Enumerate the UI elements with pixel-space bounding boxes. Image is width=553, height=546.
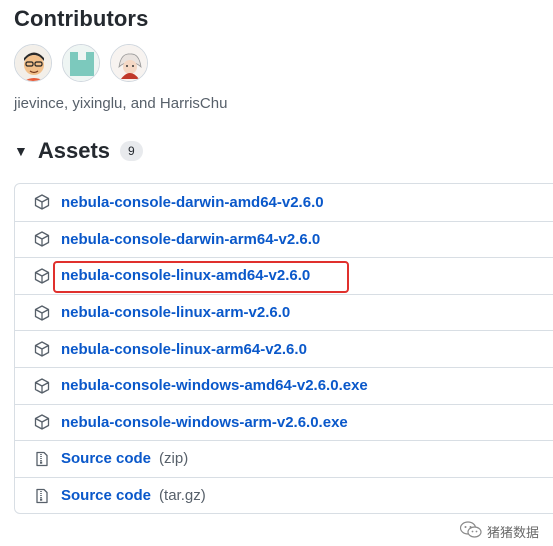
assets-title: Assets bbox=[37, 138, 111, 163]
watermark-text: 猪猪数据 bbox=[486, 525, 539, 540]
asset-row: Source code (tar.gz) bbox=[15, 476, 553, 514]
contributor-names: jievince, yixinglu, and HarrisChu bbox=[14, 95, 228, 112]
package-icon bbox=[33, 413, 51, 431]
asset-link-linux-amd64[interactable]: nebula-console-linux-amd64-v2.6.0 bbox=[61, 267, 310, 284]
avatar-harrischu[interactable] bbox=[110, 44, 148, 82]
asset-row: nebula-console-windows-amd64-v2.6.0.exe bbox=[15, 366, 553, 404]
package-icon bbox=[33, 193, 51, 211]
asset-row: nebula-console-darwin-arm64-v2.6.0 bbox=[15, 220, 553, 258]
asset-link-windows-arm[interactable]: nebula-console-windows-arm-v2.6.0.exe bbox=[61, 414, 348, 431]
file-zip-icon bbox=[33, 450, 51, 468]
asset-row: nebula-console-linux-arm-v2.6.0 bbox=[15, 293, 553, 331]
asset-link-linux-arm[interactable]: nebula-console-linux-arm-v2.6.0 bbox=[61, 304, 290, 321]
source-code-zip-format[interactable]: (zip) bbox=[159, 450, 188, 467]
package-icon bbox=[33, 377, 51, 395]
package-icon bbox=[33, 267, 51, 285]
source-code-targz-link[interactable]: Source code bbox=[61, 487, 151, 504]
avatar-jievince[interactable] bbox=[14, 44, 52, 82]
asset-link-darwin-amd64[interactable]: nebula-console-darwin-amd64-v2.6.0 bbox=[61, 194, 324, 211]
package-icon bbox=[33, 230, 51, 248]
asset-row: nebula-console-windows-arm-v2.6.0.exe bbox=[15, 403, 553, 441]
package-icon bbox=[33, 340, 51, 358]
source-code-targz-format[interactable]: (tar.gz) bbox=[159, 487, 206, 504]
asset-row: nebula-console-linux-amd64-v2.6.0 bbox=[15, 257, 553, 294]
asset-link-darwin-arm64[interactable]: nebula-console-darwin-arm64-v2.6.0 bbox=[61, 231, 320, 248]
asset-row: nebula-console-darwin-amd64-v2.6.0 bbox=[15, 184, 553, 221]
assets-list: nebula-console-darwin-amd64-v2.6.0 nebul… bbox=[14, 183, 553, 515]
asset-row: Source code (zip) bbox=[15, 440, 553, 477]
watermark: 猪猪数据 bbox=[459, 521, 539, 542]
source-code-zip-link[interactable]: Source code bbox=[61, 450, 151, 467]
avatar-yixinglu[interactable] bbox=[62, 44, 100, 82]
assets-header: ▼ Assets 9 bbox=[14, 138, 143, 164]
contributor-avatars bbox=[14, 44, 148, 82]
collapse-triangle-icon[interactable]: ▼ bbox=[14, 143, 28, 159]
contributors-title: Contributors bbox=[14, 6, 149, 31]
asset-link-windows-amd64[interactable]: nebula-console-windows-amd64-v2.6.0.exe bbox=[61, 377, 368, 394]
file-zip-icon bbox=[33, 487, 51, 505]
assets-count-badge: 9 bbox=[120, 141, 143, 161]
wechat-icon bbox=[459, 521, 482, 542]
package-icon bbox=[33, 304, 51, 322]
asset-row: nebula-console-linux-arm64-v2.6.0 bbox=[15, 330, 553, 367]
asset-link-linux-arm64[interactable]: nebula-console-linux-arm64-v2.6.0 bbox=[61, 341, 307, 358]
